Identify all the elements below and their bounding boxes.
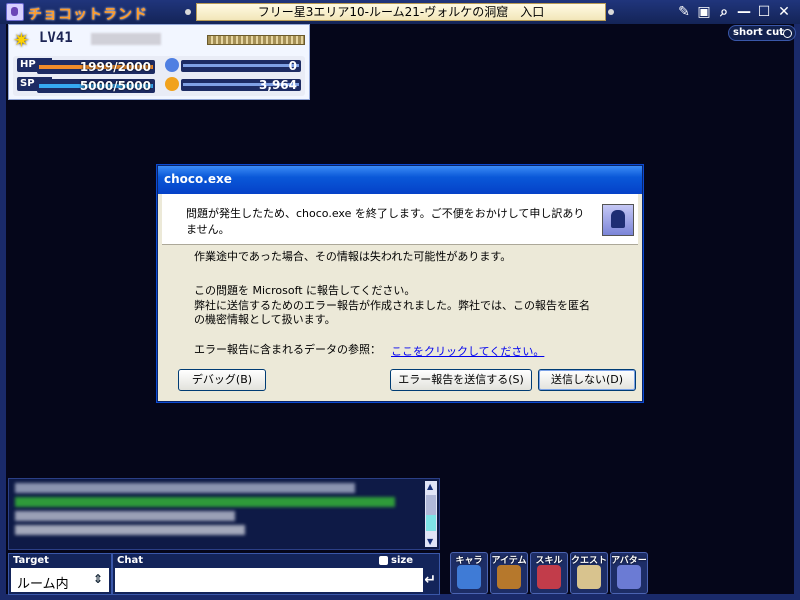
magnifier-icon[interactable]: ⌕: [716, 4, 732, 20]
close-icon[interactable]: ✕: [776, 4, 792, 20]
debug-button[interactable]: デバッグ(B): [178, 369, 266, 391]
app-character-icon: [602, 204, 634, 236]
level-text: LV41: [39, 30, 73, 46]
money-row: 3,964: [165, 77, 303, 93]
pencil-icon[interactable]: ✎: [676, 4, 692, 20]
maximize-icon[interactable]: ☐: [756, 4, 772, 20]
chat-line-blurred: [15, 497, 395, 507]
dont-send-button[interactable]: 送信しない(D): [538, 369, 636, 391]
shortcut-toggle[interactable]: short cut: [728, 25, 796, 41]
app-icon: [6, 3, 24, 21]
chat-line-blurred: [15, 511, 235, 521]
hp-row: HP 1999/2000: [17, 58, 163, 74]
enter-icon[interactable]: ↵: [424, 572, 436, 588]
dialog-line-3: 弊社に送信するためのエラー報告が作成されました。弊社では、この報告を匿名の機密情…: [194, 299, 590, 326]
points-row: 0: [165, 58, 303, 74]
avatar-icon: [617, 565, 641, 589]
menu-chara-button[interactable]: キャラ: [450, 552, 488, 594]
error-dialog: choco.exe 問題が発生したため、choco.exe を終了します。ご不便…: [157, 165, 643, 402]
title-dot-icon: [185, 9, 191, 15]
target-select[interactable]: ルーム内 ⇕: [11, 568, 109, 592]
scroll-thumb[interactable]: [426, 495, 436, 531]
dialog-line-1: 作業途中であった場合、その情報は失われた可能性があります。: [194, 250, 512, 263]
sp-bar: 5000/5000: [37, 79, 155, 93]
bag-icon: [497, 565, 521, 589]
money-value: 3,964: [259, 78, 297, 92]
dialog-title-bar[interactable]: choco.exe: [158, 166, 642, 194]
size-label[interactable]: size: [391, 555, 413, 566]
points-bar-fill: [183, 64, 299, 67]
exp-bar: [207, 35, 305, 45]
hp-bar: 1999/2000: [37, 60, 155, 74]
chat-input[interactable]: [115, 568, 423, 592]
target-value: ルーム内: [17, 577, 69, 592]
dialog-line-2: この問題を Microsoft に報告してください。: [194, 284, 416, 297]
star-icon: ✷: [13, 28, 30, 52]
menu-item-button[interactable]: アイテム: [490, 552, 528, 594]
gold-coin-icon: [165, 77, 179, 91]
dialog-title: choco.exe: [164, 172, 232, 186]
chat-label: Chat: [117, 555, 143, 566]
updown-icon: ⇕: [92, 572, 103, 586]
chat-log[interactable]: ▲ ▼: [8, 478, 440, 550]
status-panel: ✷ LV41 HP 1999/2000 SP 5000/5000 0 3,964: [8, 24, 310, 100]
screenshot-icon[interactable]: ▣: [696, 4, 712, 20]
shortcut-label: short cut: [733, 27, 784, 38]
target-panel: Target ルーム内 ⇕: [8, 553, 112, 595]
room-title: フリー星3エリア10-ルーム21-ヴォルケの洞窟 入口: [196, 3, 606, 21]
title-bar: チョコットランド フリー星3エリア10-ルーム21-ヴォルケの洞窟 入口 ✎ ▣…: [0, 0, 800, 24]
character-icon: [457, 565, 481, 589]
target-label: Target: [13, 555, 49, 566]
chat-line-blurred: [15, 483, 355, 493]
menu-avatar-button[interactable]: アバター: [610, 552, 648, 594]
sp-row: SP 5000/5000: [17, 77, 163, 93]
menu-quest-button[interactable]: クエスト: [570, 552, 608, 594]
chat-scrollbar[interactable]: ▲ ▼: [425, 481, 437, 547]
scroll-down-icon[interactable]: ▼: [427, 537, 433, 546]
minimize-icon[interactable]: —: [736, 4, 752, 20]
send-report-button[interactable]: エラー報告を送信する(S): [390, 369, 532, 391]
size-toggle-icon[interactable]: [379, 556, 388, 565]
points-bar: 0: [181, 60, 301, 72]
blue-coin-icon: [165, 58, 179, 72]
chat-line-blurred: [15, 525, 245, 535]
book-icon: [537, 565, 561, 589]
toggle-knob-icon: [783, 29, 792, 38]
points-value: 0: [288, 59, 297, 73]
scroll-up-icon[interactable]: ▲: [427, 482, 433, 491]
dialog-header-text: 問題が発生したため、choco.exe を終了します。ご不便をおかけして申し訳あ…: [186, 207, 585, 236]
sp-value: 5000/5000: [79, 79, 151, 93]
data-reference-label: エラー報告に含まれるデータの参照：: [194, 343, 381, 356]
hp-sp-box: HP 1999/2000 SP 5000/5000 0 3,964: [13, 56, 305, 96]
app-logo: チョコットランド: [28, 7, 148, 23]
hp-value: 1999/2000: [79, 60, 151, 74]
scroll-icon: [577, 565, 601, 589]
dialog-header: 問題が発生したため、choco.exe を終了します。ご不便をおかけして申し訳あ…: [162, 194, 638, 245]
chat-panel: Chat size ↵: [112, 553, 440, 595]
menu-skill-button[interactable]: スキル: [530, 552, 568, 594]
view-data-link[interactable]: ここをクリックしてください。: [391, 343, 544, 359]
title-dot-icon: [608, 9, 614, 15]
player-name-blurred: [91, 33, 161, 45]
money-bar: 3,964: [181, 79, 301, 91]
